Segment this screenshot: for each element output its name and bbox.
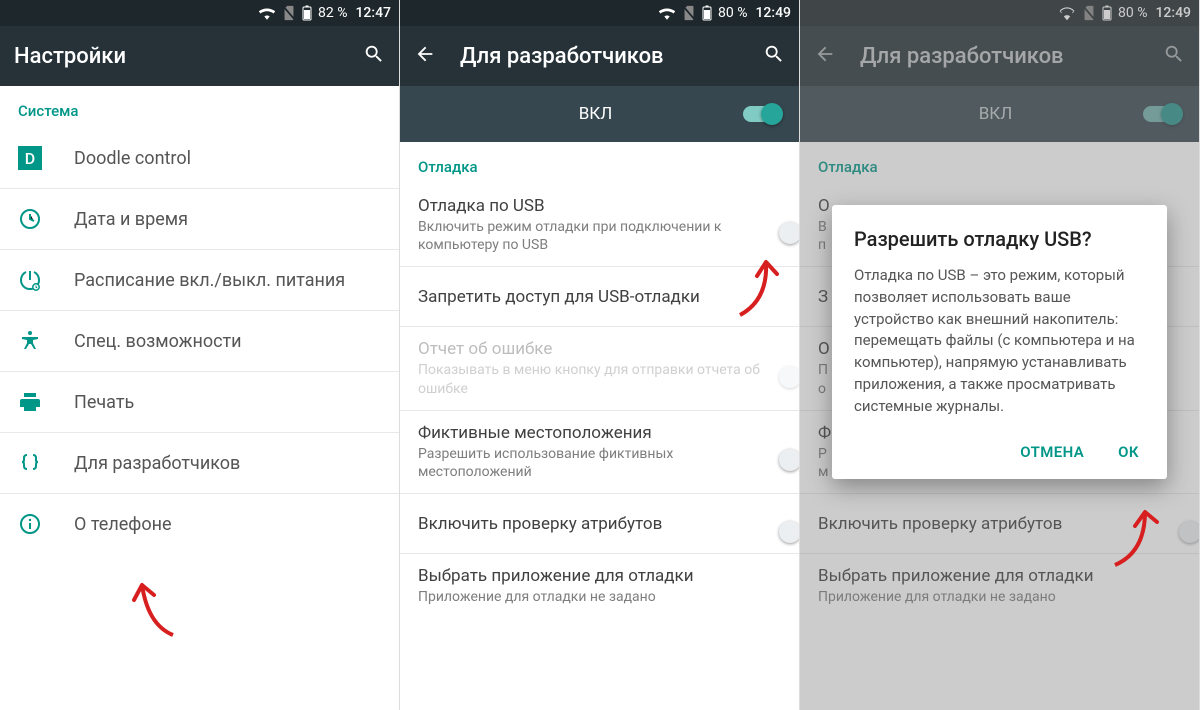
row-label: Спец. возможности [74, 331, 381, 352]
accessibility-icon [18, 329, 74, 353]
usb-debugging-dialog: Разрешить отладку USB? Отладка по USB – … [832, 205, 1167, 479]
row-bug-report: Отчет об ошибке Показывать в меню кнопку… [400, 327, 799, 410]
row-subtitle: Разрешить использование фиктивных местоп… [418, 445, 773, 481]
page-title: Настройки [14, 44, 339, 69]
row-mock-locations[interactable]: Фиктивные местоположения Разрешить испол… [400, 411, 799, 494]
toolbar: Настройки [0, 26, 399, 86]
section-label-system: Система [0, 86, 399, 128]
doodle-icon: D [18, 146, 74, 170]
row-label: Расписание вкл./выкл. питания [74, 270, 381, 291]
battery-icon [702, 5, 712, 21]
search-icon[interactable] [363, 43, 385, 69]
no-sim-icon [282, 5, 296, 21]
wifi-icon [658, 6, 676, 20]
phone-developer-options: 80 % 12:49 Для разработчиков ВКЛ Отладка… [400, 0, 800, 710]
row-usb-debugging[interactable]: Отладка по USB Включить режим отладки пр… [400, 184, 799, 267]
clock-time: 12:47 [355, 5, 391, 21]
status-bar: 80 % 12:49 [400, 0, 799, 26]
row-title: Фиктивные местоположения [418, 423, 773, 443]
power-schedule-icon [18, 268, 74, 292]
row-label: Doodle control [74, 148, 381, 169]
clock-icon [18, 207, 74, 231]
row-title: Запретить доступ для USB-отладки [418, 287, 781, 307]
row-date-time[interactable]: Дата и время [0, 189, 399, 250]
page-title: Для разработчиков [460, 44, 739, 69]
wifi-icon [258, 6, 276, 20]
info-icon [18, 512, 74, 536]
master-toggle-switch[interactable] [743, 106, 781, 122]
row-about-phone[interactable]: О телефоне [0, 494, 399, 554]
row-attr-check[interactable]: Включить проверку атрибутов [400, 494, 799, 554]
phone-settings: 82 % 12:47 Настройки Система D Doodle co… [0, 0, 400, 710]
row-developer-options[interactable]: Для разработчиков [0, 433, 399, 494]
dialog-body: Отладка по USB – это режим, который позв… [854, 265, 1145, 417]
row-subtitle: Включить режим отладки при подключении к… [418, 218, 773, 254]
row-doodle-control[interactable]: D Doodle control [0, 128, 399, 189]
row-label: О телефоне [74, 514, 381, 535]
dev-options-list: Отладка Отладка по USB Включить режим от… [400, 142, 799, 710]
row-subtitle: Показывать в меню кнопку для отправки от… [418, 361, 773, 397]
ok-button[interactable]: ОК [1112, 435, 1145, 469]
settings-list: Система D Doodle control Дата и время Ра… [0, 86, 399, 710]
cancel-button[interactable]: ОТМЕНА [1014, 435, 1090, 469]
row-subtitle: Приложение для отладки не задано [418, 588, 781, 606]
toolbar: Для разработчиков [400, 26, 799, 86]
dialog-title: Разрешить отладку USB? [854, 227, 1145, 251]
clock-time: 12:49 [755, 5, 791, 21]
battery-icon [302, 5, 312, 21]
row-title: Выбрать приложение для отладки [418, 566, 781, 586]
row-label: Печать [74, 392, 381, 413]
row-title: Включить проверку атрибутов [418, 514, 773, 534]
row-revoke-usb[interactable]: Запретить доступ для USB-отладки [400, 267, 799, 327]
row-printing[interactable]: Печать [0, 372, 399, 433]
row-label: Для разработчиков [74, 453, 381, 474]
row-title: Отчет об ошибке [418, 339, 773, 359]
printer-icon [18, 390, 74, 414]
search-icon[interactable] [763, 43, 785, 69]
row-label: Дата и время [74, 209, 381, 230]
section-label-debugging: Отладка [400, 142, 799, 184]
master-toggle-label: ВКЛ [418, 104, 743, 124]
back-icon[interactable] [414, 43, 436, 69]
status-bar: 82 % 12:47 [0, 0, 399, 26]
row-accessibility[interactable]: Спец. возможности [0, 311, 399, 372]
battery-pct: 82 % [318, 5, 347, 21]
no-sim-icon [682, 5, 696, 21]
braces-icon [18, 451, 74, 475]
battery-pct: 80 % [718, 5, 747, 21]
master-toggle-row[interactable]: ВКЛ [400, 86, 799, 142]
row-power-schedule[interactable]: Расписание вкл./выкл. питания [0, 250, 399, 311]
row-select-debug-app[interactable]: Выбрать приложение для отладки Приложени… [400, 554, 799, 618]
dialog-actions: ОТМЕНА ОК [854, 435, 1145, 469]
phone-usb-dialog: 80 % 12:49 Для разработчиков ВКЛ Отладка… [800, 0, 1200, 710]
row-title: Отладка по USB [418, 196, 773, 216]
